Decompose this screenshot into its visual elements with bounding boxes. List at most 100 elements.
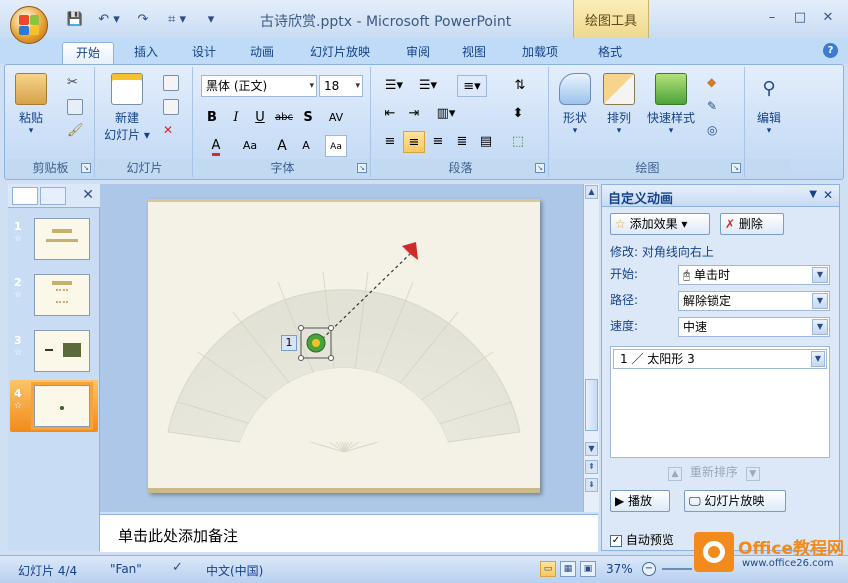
format-painter-icon[interactable]: 🖌 — [67, 123, 84, 139]
prev-slide-icon[interactable]: ⇞ — [585, 460, 598, 474]
scroll-up-icon[interactable]: ▲ — [585, 185, 598, 199]
redo-icon[interactable]: ↷ — [134, 10, 152, 28]
animation-list-item[interactable]: 1 ／ 太阳形 3 ▼ — [613, 349, 827, 369]
slideshow-button[interactable]: 🖵 幻灯片放映 — [684, 490, 786, 512]
motion-path-end-icon — [402, 242, 418, 260]
delete-slide-icon[interactable]: ✕ — [163, 123, 179, 139]
tab-slideshow[interactable]: 幻灯片放映 — [302, 42, 378, 64]
tab-view[interactable]: 视图 — [454, 42, 494, 64]
shapes-button[interactable]: 形状 ▾ — [555, 73, 595, 136]
quick-styles-button[interactable]: 快速样式 ▾ — [643, 73, 699, 136]
office-button[interactable] — [10, 6, 48, 44]
remove-effect-button[interactable]: ✗ 删除 — [720, 213, 784, 235]
increase-indent-icon[interactable]: ⇥ — [403, 103, 425, 125]
slideshow-view-icon[interactable]: ▣ — [580, 561, 596, 577]
tab-insert[interactable]: 插入 — [126, 42, 166, 64]
layout-icon[interactable] — [163, 75, 179, 91]
taskpane-menu-icon[interactable]: ▼ — [809, 189, 817, 200]
shape-outline-icon[interactable]: ✎ — [707, 99, 723, 115]
close-panel-icon[interactable]: ✕ — [82, 187, 94, 203]
tab-design[interactable]: 设计 — [184, 42, 224, 64]
outline-tab[interactable] — [40, 187, 66, 205]
tab-addins[interactable]: 加载项 — [514, 42, 566, 64]
align-left-icon[interactable]: ≡ — [379, 131, 401, 153]
cut-icon[interactable]: ✂ — [67, 75, 83, 91]
notes-pane[interactable]: 单击此处添加备注 — [100, 514, 598, 552]
paragraph-launcher[interactable]: ↘ — [535, 163, 545, 173]
scrollbar-thumb[interactable] — [585, 379, 598, 431]
editing-button[interactable]: ⚲ 编辑 ▾ — [751, 73, 787, 136]
justify-icon[interactable]: ≣ — [451, 131, 473, 153]
copy-icon[interactable] — [67, 99, 83, 115]
change-case-button[interactable]: Aa — [235, 135, 265, 157]
clipboard-launcher[interactable]: ↘ — [81, 163, 91, 173]
font-size-combo[interactable]: 18 ▾ — [319, 75, 363, 97]
paste-button[interactable]: 粘贴 ▾ — [13, 73, 49, 136]
save-icon[interactable]: 💾 — [66, 10, 84, 28]
font-color-button[interactable]: A — [201, 135, 231, 157]
distribute-icon[interactable]: ▤ — [475, 131, 497, 153]
slides-tab[interactable] — [12, 187, 38, 205]
columns-icon[interactable]: ▥▾ — [431, 103, 461, 125]
tab-animations[interactable]: 动画 — [242, 42, 282, 64]
minimize-button[interactable]: – — [762, 10, 782, 26]
underline-button[interactable]: U — [249, 107, 271, 129]
strikethrough-button[interactable]: abc — [273, 107, 295, 129]
next-slide-icon[interactable]: ⇟ — [585, 478, 598, 492]
customize-qat-icon[interactable]: ▾ — [202, 10, 220, 28]
scroll-down-icon[interactable]: ▼ — [585, 442, 598, 456]
clear-format-icon[interactable]: Aa — [325, 135, 347, 157]
normal-view-icon[interactable]: ▭ — [540, 561, 556, 577]
undo-icon[interactable]: ↶ ▾ — [94, 10, 124, 28]
bullets-icon[interactable]: ☰▾ — [379, 75, 409, 97]
spellcheck-icon[interactable]: ✓ — [172, 560, 183, 575]
shape-fill-icon[interactable]: ◆ — [707, 75, 723, 91]
numbering-icon[interactable]: ☰▾ — [413, 75, 443, 97]
smartart-icon[interactable]: ⬚ — [507, 131, 529, 153]
taskpane-close-icon[interactable]: ✕ — [823, 188, 833, 202]
font-name-combo[interactable]: 黑体 (正文) ▾ — [201, 75, 317, 97]
autopreview-checkbox[interactable]: ✓ 自动预览 — [610, 531, 674, 548]
speed-select[interactable]: 中速 ▼ — [678, 317, 830, 337]
slide-scrollbar[interactable]: ▲ ▼ ⇞ ⇟ — [583, 184, 599, 512]
drawing-launcher[interactable]: ↘ — [731, 163, 741, 173]
slide-canvas[interactable]: 1 — [148, 199, 540, 493]
slide-sorter-icon[interactable]: ▦ — [560, 561, 576, 577]
char-spacing-button[interactable]: AV — [321, 107, 351, 129]
preview-icon[interactable]: ⌗ ▾ — [162, 10, 192, 28]
move-up-icon[interactable]: ▲ — [668, 467, 682, 481]
bold-button[interactable]: B — [201, 107, 223, 129]
decrease-indent-icon[interactable]: ⇤ — [379, 103, 401, 125]
italic-button[interactable]: I — [225, 107, 247, 129]
zoom-out-icon[interactable]: − — [642, 562, 656, 576]
line-spacing-icon[interactable]: ≡▾ — [457, 75, 487, 97]
shrink-font-button[interactable]: A — [295, 135, 317, 157]
move-down-icon[interactable]: ▼ — [745, 467, 760, 481]
font-launcher[interactable]: ↘ — [357, 163, 367, 173]
window-title: 古诗欣赏.pptx - Microsoft PowerPoint — [260, 14, 512, 30]
align-center-icon[interactable]: ≡ — [403, 131, 425, 153]
add-effect-button[interactable]: ☆ 添加效果 ▾ — [610, 213, 710, 235]
shadow-button[interactable]: S — [297, 107, 319, 129]
tab-home[interactable]: 开始 — [62, 42, 114, 64]
tab-review[interactable]: 审阅 — [398, 42, 438, 64]
path-select[interactable]: 解除锁定 ▼ — [678, 291, 830, 311]
language-indicator: 中文(中国) — [206, 564, 264, 578]
new-slide-button[interactable]: 新建 幻灯片 ▾ — [101, 73, 153, 143]
office-logo-icon — [19, 15, 39, 35]
play-button[interactable]: ▶ 播放 — [610, 490, 670, 512]
zoom-slider[interactable] — [662, 568, 692, 570]
group-font: 黑体 (正文) ▾ 18 ▾ B I U abc S AV A Aa A A Aa … — [195, 67, 371, 177]
align-right-icon[interactable]: ≡ — [427, 131, 449, 153]
align-text-icon[interactable]: ⬍ — [507, 103, 529, 125]
close-button[interactable]: ✕ — [818, 10, 838, 26]
maximize-button[interactable]: □ — [790, 10, 810, 26]
start-select[interactable]: 🖰 单击时 ▼ — [678, 265, 830, 285]
help-icon[interactable]: ? — [823, 43, 838, 58]
arrange-button[interactable]: 排列 ▾ — [599, 73, 639, 136]
shape-effects-icon[interactable]: ◎ — [707, 123, 723, 139]
text-direction-icon[interactable]: ⇅ — [507, 75, 533, 97]
tab-format[interactable]: 格式 — [590, 42, 630, 64]
reset-icon[interactable] — [163, 99, 179, 115]
grow-font-button[interactable]: A — [271, 135, 293, 157]
